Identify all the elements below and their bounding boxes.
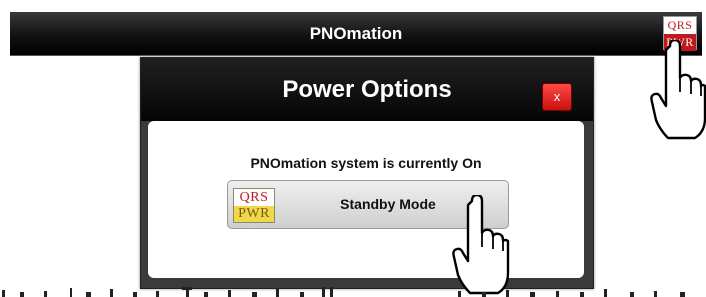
power-options-dialog: Power Options x PNOmation system is curr… — [140, 57, 594, 289]
dialog-header: Power Options x — [141, 58, 593, 121]
app-title: PNOmation — [309, 24, 403, 43]
close-icon: x — [553, 89, 561, 104]
logo-top-text: QRS — [664, 17, 696, 34]
dialog-body: PNOmation system is currently On QRS PWR… — [148, 121, 584, 278]
top-app-bar: PNOmation — [10, 12, 702, 56]
pointing-hand-icon — [452, 195, 510, 297]
dialog-title: Power Options — [282, 76, 452, 103]
logo-top-text: QRS — [234, 189, 274, 206]
pointing-hand-icon — [650, 40, 706, 142]
standby-mode-label: Standby Mode — [340, 196, 436, 212]
logo-bottom-text: PWR — [234, 206, 274, 222]
status-text: PNOmation system is currently On — [250, 155, 482, 171]
qrs-pwr-logo-icon: QRS PWR — [233, 188, 275, 223]
cropped-text-strip — [0, 285, 706, 297]
close-button[interactable]: x — [542, 83, 572, 111]
